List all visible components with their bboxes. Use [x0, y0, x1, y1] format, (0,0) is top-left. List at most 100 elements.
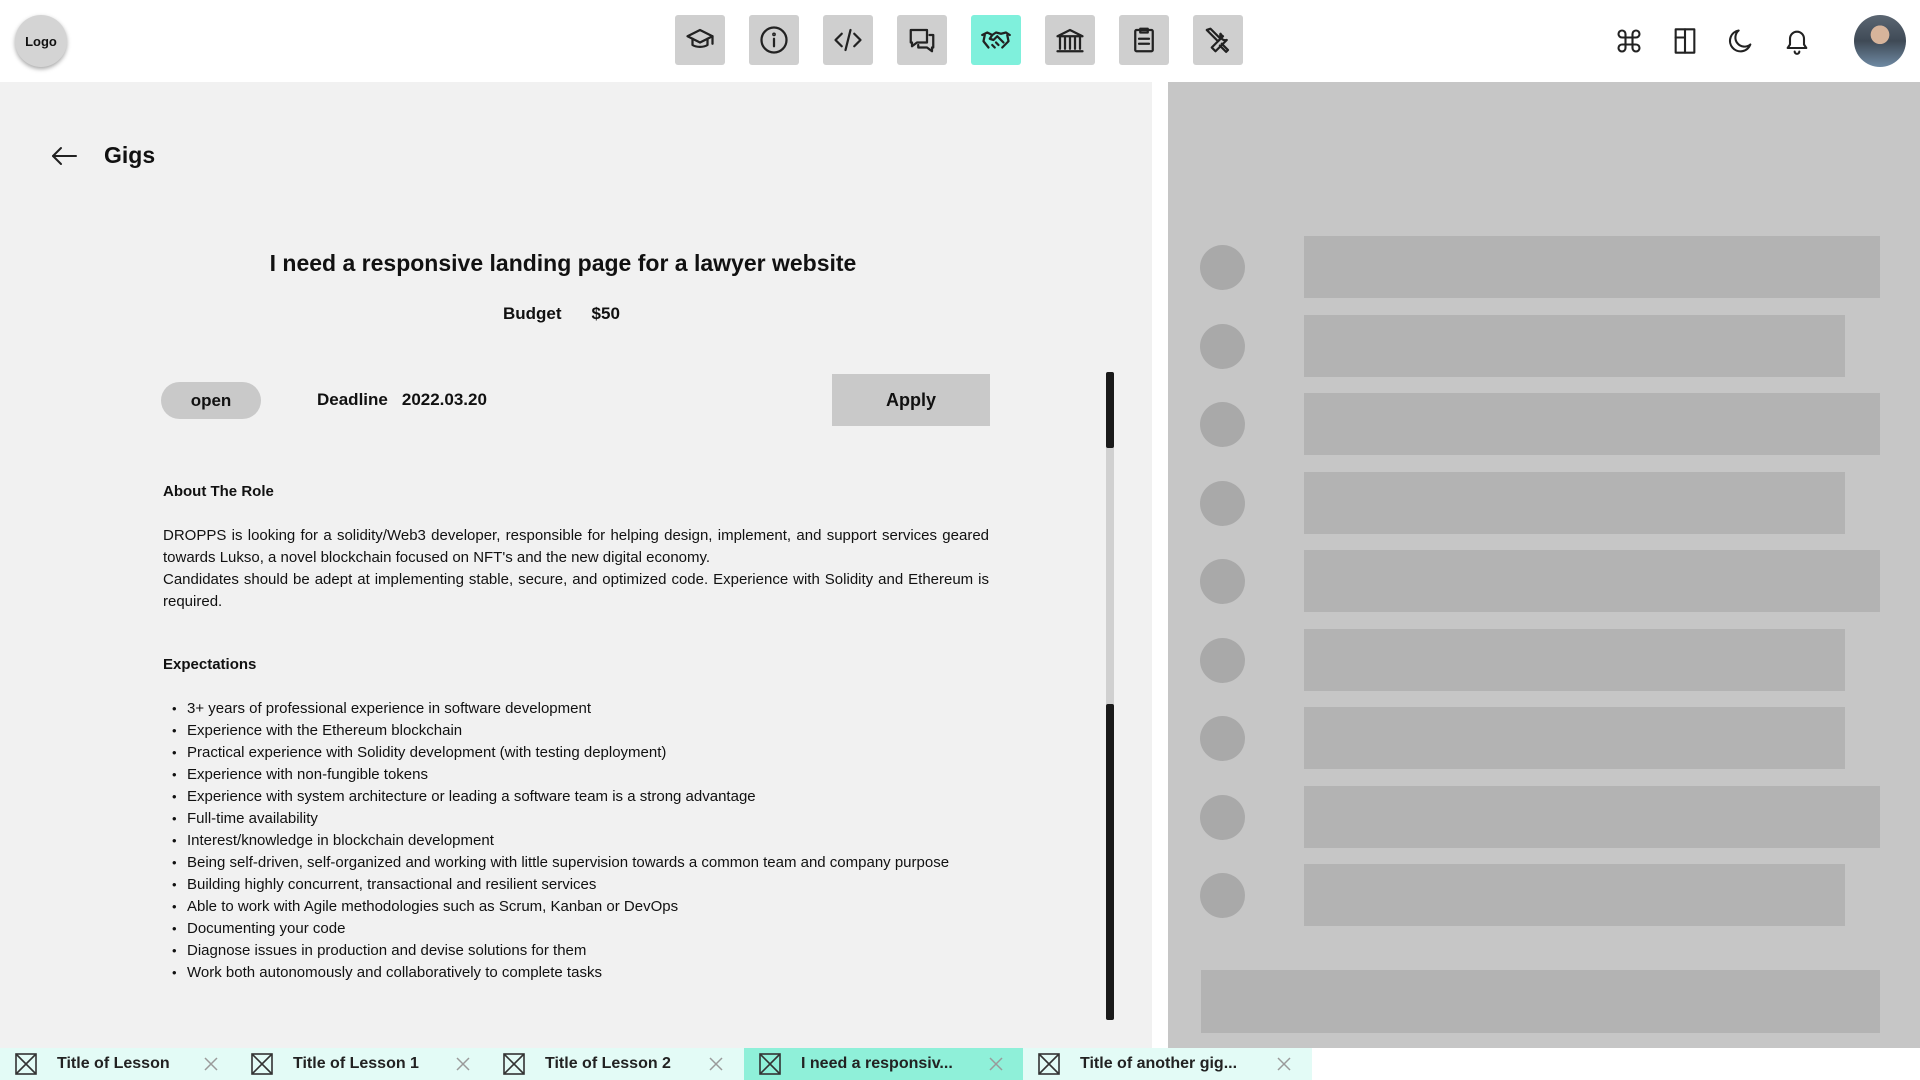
- moon-icon: [1728, 29, 1752, 53]
- bank-icon: [1056, 28, 1084, 53]
- list-item: Building highly concurrent, transactiona…: [163, 874, 989, 896]
- back-button[interactable]: [48, 140, 80, 172]
- open-tabs-bar: Title of Lesson Title of Lesson 1 Title …: [0, 1048, 1920, 1080]
- skeleton-bar: [1304, 393, 1880, 455]
- skeleton-footer: [1201, 970, 1880, 1033]
- skeleton-bar: [1304, 707, 1845, 769]
- skeleton-avatar: [1200, 324, 1245, 369]
- list-item: Practical experience with Solidity devel…: [163, 742, 989, 764]
- command-button[interactable]: [1614, 26, 1644, 56]
- list-item: Diagnose issues in production and devise…: [163, 940, 989, 962]
- deadline: Deadline 2022.03.20: [317, 390, 487, 410]
- image-placeholder-icon: [1038, 1053, 1060, 1075]
- close-icon[interactable]: [203, 1056, 219, 1072]
- expectations-section: Expectations 3+ years of professional ex…: [163, 654, 989, 984]
- list-item: Able to work with Agile methodologies su…: [163, 896, 989, 918]
- gig-detail-panel: Gigs I need a responsive landing page fo…: [0, 82, 1152, 1048]
- tab-current-gig[interactable]: I need a responsiv...: [744, 1048, 1023, 1080]
- gig-title: I need a responsive landing page for a l…: [269, 250, 857, 276]
- close-icon[interactable]: [1276, 1056, 1292, 1072]
- skeleton-avatar: [1200, 481, 1245, 526]
- clipboard-icon: [1134, 27, 1154, 53]
- budget: Budget $50: [503, 304, 620, 324]
- list-item: Experience with the Ethereum blockchain: [163, 720, 989, 742]
- nav-gigs-button[interactable]: [971, 15, 1021, 65]
- notifications-button[interactable]: [1782, 26, 1812, 56]
- bell-icon: [1786, 30, 1808, 55]
- tab-title-of-lesson[interactable]: Title of Lesson: [0, 1048, 236, 1080]
- close-icon[interactable]: [708, 1056, 724, 1072]
- list-item: Documenting your code: [163, 918, 989, 940]
- info-icon: [760, 26, 788, 54]
- command-icon: [1617, 29, 1641, 53]
- deadline-value: 2022.03.20: [401, 390, 487, 409]
- skeleton-avatar: [1200, 873, 1245, 918]
- close-icon[interactable]: [455, 1056, 471, 1072]
- skeleton-bar: [1304, 629, 1845, 691]
- page-title: Gigs: [104, 142, 156, 168]
- image-placeholder-icon: [15, 1053, 37, 1075]
- about-paragraph: DROPPS is looking for a solidity/Web3 de…: [163, 527, 989, 566]
- tab-title-of-lesson-2[interactable]: Title of Lesson 2: [488, 1048, 744, 1080]
- layout-button[interactable]: [1670, 26, 1700, 56]
- list-item: Full-time availability: [163, 808, 989, 830]
- skeleton-avatar: [1200, 716, 1245, 761]
- scrollbar-thumb-lower[interactable]: [1106, 704, 1114, 1020]
- nav-bank-button[interactable]: [1045, 15, 1095, 65]
- skeleton-bar: [1304, 236, 1880, 298]
- nav-info-button[interactable]: [749, 15, 799, 65]
- about-section: About The Role DROPPS is looking for a s…: [163, 481, 989, 613]
- nav-tools-button[interactable]: [1193, 15, 1243, 65]
- chat-icon: [909, 28, 935, 53]
- skeleton-avatar: [1200, 638, 1245, 683]
- dark-mode-toggle[interactable]: [1726, 26, 1756, 56]
- skeleton-avatar: [1200, 795, 1245, 840]
- arrow-left-icon: [52, 147, 77, 165]
- avatar[interactable]: [1854, 15, 1906, 67]
- skeleton-bar: [1304, 786, 1880, 848]
- logo[interactable]: Logo: [15, 15, 67, 67]
- image-placeholder-icon: [251, 1053, 273, 1075]
- list-item: 3+ years of professional experience in s…: [163, 698, 989, 720]
- skeleton-bar: [1304, 864, 1845, 926]
- skeleton-bar: [1304, 472, 1845, 534]
- skeleton-avatar: [1200, 402, 1245, 447]
- list-item: Work both autonomously and collaborative…: [163, 962, 989, 984]
- about-heading: About The Role: [163, 483, 274, 500]
- nav-chat-button[interactable]: [897, 15, 947, 65]
- handshake-icon: [981, 31, 1011, 49]
- tools-icon: [1205, 27, 1230, 53]
- tab-label: Title of Lesson 1: [293, 1055, 419, 1072]
- skeleton-avatar: [1200, 245, 1245, 290]
- nav-notes-button[interactable]: [1119, 15, 1169, 65]
- expectations-heading: Expectations: [163, 656, 257, 673]
- tab-title-of-lesson-1[interactable]: Title of Lesson 1: [236, 1048, 488, 1080]
- skeleton-bar: [1304, 315, 1845, 377]
- top-bar: Logo: [0, 0, 1920, 82]
- close-icon[interactable]: [988, 1056, 1004, 1072]
- list-item: Being self-driven, self-organized and wo…: [163, 852, 989, 874]
- skeleton-avatar: [1200, 559, 1245, 604]
- graduation-cap-icon: [686, 28, 714, 48]
- header-actions: [1614, 15, 1906, 67]
- nav-learn-button[interactable]: [675, 15, 725, 65]
- side-panel-skeleton: [1168, 82, 1920, 1048]
- tab-label: Title of another gig...: [1080, 1055, 1238, 1072]
- expectations-list: 3+ years of professional experience in s…: [163, 698, 989, 984]
- budget-value: $50: [591, 304, 620, 323]
- layout-icon: [1674, 28, 1696, 54]
- scrollbar[interactable]: [1106, 372, 1114, 1020]
- apply-button[interactable]: Apply: [832, 374, 990, 426]
- scrollbar-thumb[interactable]: [1106, 372, 1114, 448]
- image-placeholder-icon: [503, 1053, 525, 1075]
- nav-code-button[interactable]: [823, 15, 873, 65]
- tab-label: Title of Lesson: [57, 1055, 170, 1072]
- tab-label: Title of Lesson 2: [545, 1055, 671, 1072]
- tab-label: I need a responsiv...: [801, 1055, 953, 1072]
- code-icon: [834, 28, 862, 52]
- list-item: Experience with system architecture or l…: [163, 786, 989, 808]
- main-nav: [675, 15, 1243, 65]
- tab-another-gig[interactable]: Title of another gig...: [1023, 1048, 1312, 1080]
- list-item: Interest/knowledge in blockchain develop…: [163, 830, 989, 852]
- list-item: Experience with non-fungible tokens: [163, 764, 989, 786]
